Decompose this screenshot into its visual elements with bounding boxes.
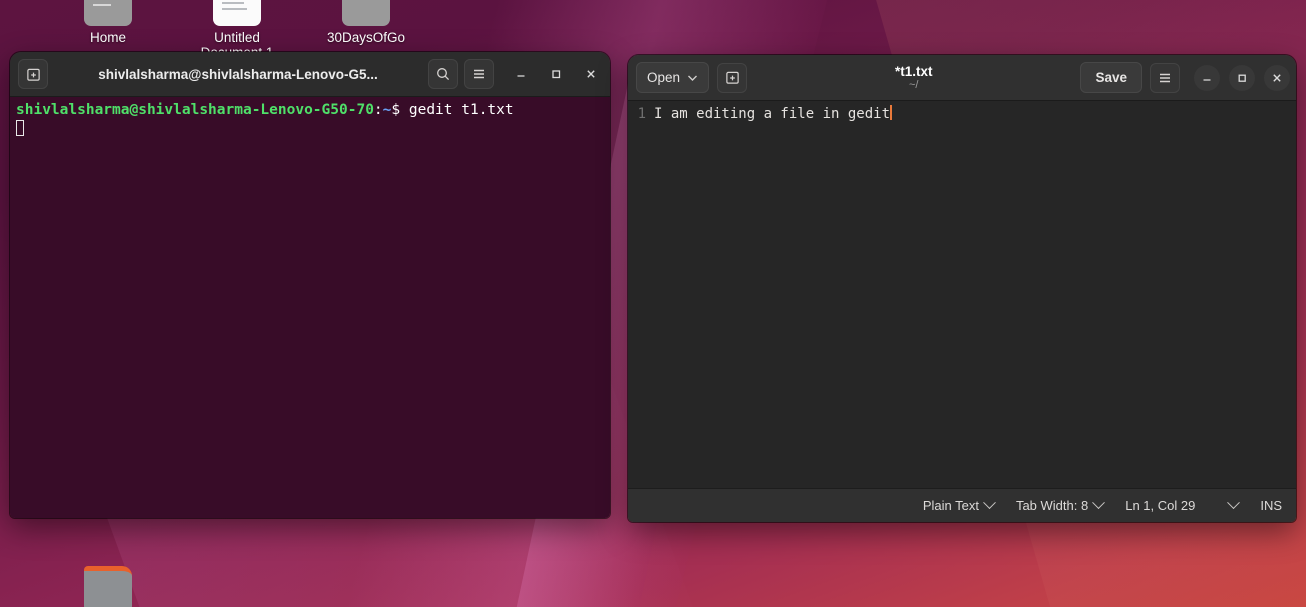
desktop-icon-home[interactable]: Home	[54, 0, 162, 45]
open-button-label: Open	[647, 70, 681, 85]
tab-width-selector[interactable]: Tab Width: 8	[1015, 496, 1106, 513]
language-selector[interactable]: Plain Text	[922, 496, 996, 513]
desktop-icon-untitled-document-1[interactable]: Untitled Document 1	[183, 0, 291, 60]
terminal-dollar: $	[391, 102, 401, 118]
text-cursor	[890, 105, 892, 120]
hamburger-menu-icon[interactable]	[1150, 62, 1180, 93]
maximize-icon[interactable]	[543, 61, 569, 87]
language-label: Plain Text	[922, 498, 979, 513]
terminal-titlebar[interactable]: shivlalsharma@shivlalsharma-Lenovo-G5...	[10, 52, 610, 97]
gedit-filepath: ~/	[909, 78, 919, 91]
chevron-down-icon	[983, 496, 996, 510]
desktop-icon-folder[interactable]	[54, 566, 162, 607]
minimize-icon[interactable]	[508, 61, 534, 87]
search-icon[interactable]	[428, 59, 458, 89]
chevron-down-icon	[1227, 496, 1241, 510]
terminal-cursor	[16, 120, 24, 136]
gedit-window: Open *t1.txt ~/ Save 1 I am editing a fi…	[628, 55, 1296, 522]
terminal-title: shivlalsharma@shivlalsharma-Lenovo-G5...	[98, 66, 378, 82]
hamburger-menu-icon[interactable]	[464, 59, 494, 89]
insert-mode-indicator: INS	[1260, 498, 1282, 513]
terminal-command: gedit t1.txt	[408, 102, 514, 118]
line-number-gutter: 1	[628, 101, 650, 488]
gedit-statusbar: Plain Text Tab Width: 8 Ln 1, Col 29 INS	[628, 488, 1296, 522]
cursor-position-label: Ln 1, Col 29	[1125, 498, 1196, 513]
close-icon[interactable]	[1264, 64, 1290, 91]
desktop-icon-label: Home	[89, 30, 126, 45]
editor-line-text: I am editing a file in gedit	[654, 106, 891, 122]
save-button-label: Save	[1095, 70, 1127, 85]
home-folder-icon	[84, 0, 132, 26]
document-icon	[213, 0, 261, 26]
insert-mode-label: INS	[1260, 498, 1282, 513]
chevron-down-icon	[1092, 496, 1106, 510]
terminal-window: shivlalsharma@shivlalsharma-Lenovo-G5...	[10, 52, 610, 518]
maximize-icon[interactable]	[1229, 64, 1255, 91]
terminal-prompt-line: shivlalsharma@shivlalsharma-Lenovo-G50-7…	[16, 101, 604, 120]
save-button[interactable]: Save	[1080, 62, 1142, 93]
desktop-icon-label: 30DaysOfGo	[326, 30, 406, 45]
close-icon[interactable]	[578, 61, 604, 87]
gedit-headerbar[interactable]: Open *t1.txt ~/ Save	[628, 55, 1296, 101]
minimize-icon[interactable]	[1194, 64, 1220, 91]
editor-text-area[interactable]: I am editing a file in gedit	[650, 101, 1296, 488]
terminal-colon: :	[373, 102, 383, 118]
open-button[interactable]: Open	[636, 62, 710, 93]
new-tab-icon[interactable]	[18, 59, 48, 89]
line-number: 1	[637, 106, 646, 122]
terminal-user-host: shivlalsharma@shivlalsharma-Lenovo-G50-7…	[16, 102, 374, 118]
folder-icon	[342, 0, 390, 26]
gedit-filename: *t1.txt	[894, 63, 933, 79]
cursor-position-selector[interactable]: Ln 1, Col 29	[1125, 496, 1241, 513]
terminal-cursor-line	[16, 120, 604, 139]
desktop-icon-30daysofgo[interactable]: 30DaysOfGo	[312, 0, 420, 45]
desktop-icon-label: Untitled	[214, 30, 260, 45]
desktop: Home Untitled Document 1 30DaysOfGo Cryp…	[0, 0, 1306, 607]
gedit-title-block: *t1.txt ~/	[747, 64, 1080, 92]
gedit-editor[interactable]: 1 I am editing a file in gedit	[628, 101, 1296, 488]
terminal-output-area[interactable]: shivlalsharma@shivlalsharma-Lenovo-G50-7…	[10, 97, 610, 518]
folder-icon	[84, 566, 132, 607]
tab-width-label: Tab Width: 8	[1015, 498, 1089, 513]
new-document-icon[interactable]	[717, 62, 748, 93]
chevron-down-icon	[687, 70, 698, 85]
